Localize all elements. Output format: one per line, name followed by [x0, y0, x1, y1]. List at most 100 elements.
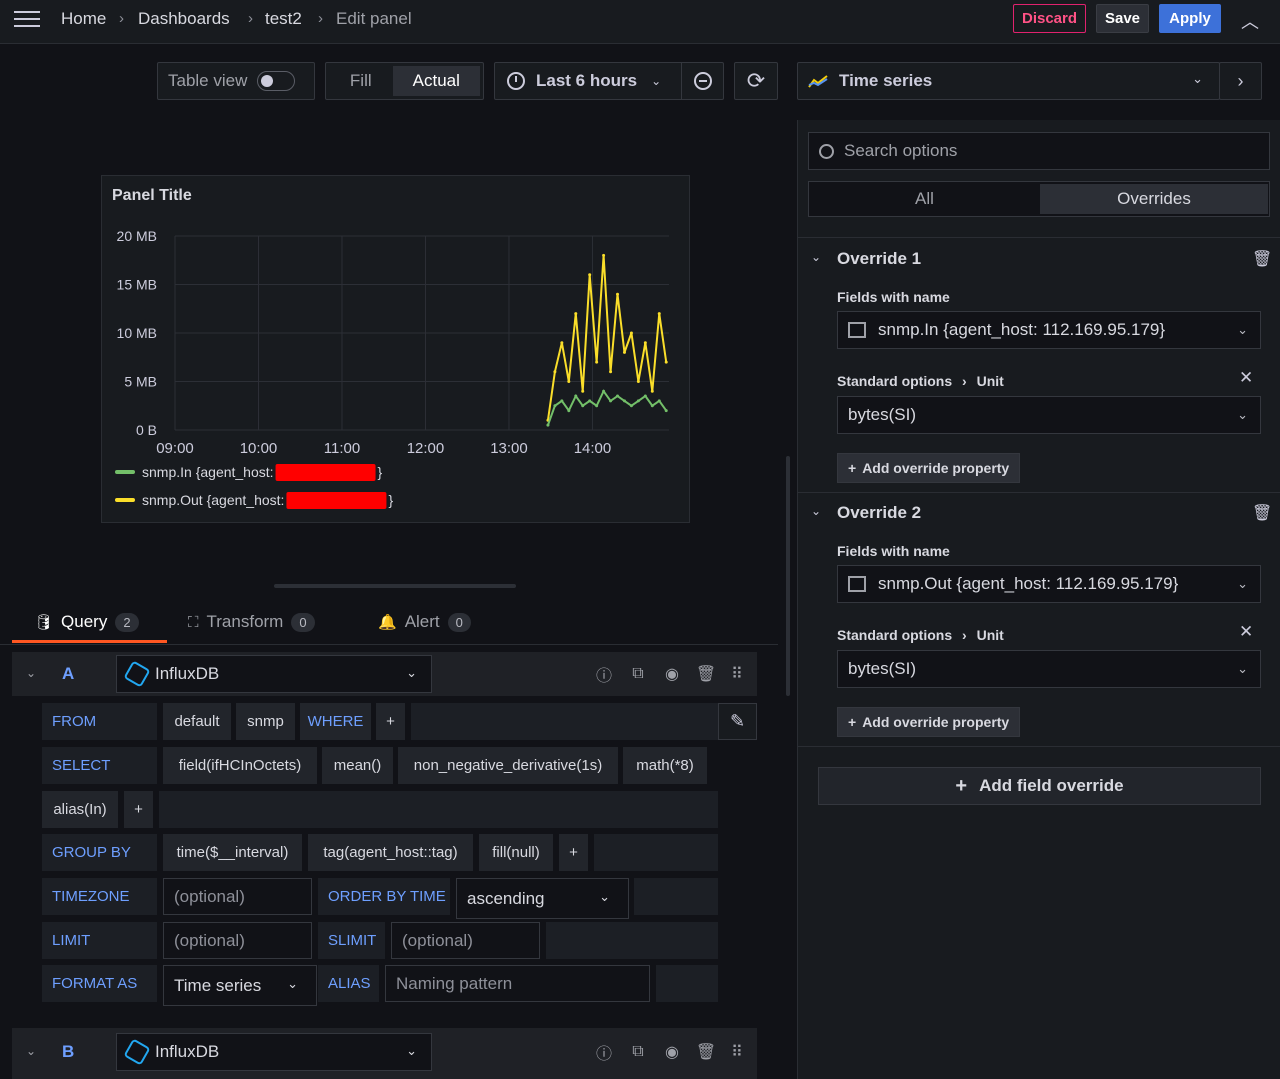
tab-query[interactable]: 🛢 Query 2 — [34, 612, 139, 632]
add-where-button[interactable]: + — [376, 703, 405, 740]
duplicate-icon[interactable]: ⧉ — [627, 663, 649, 685]
search-options-input[interactable]: Search options — [808, 132, 1270, 170]
datasource-name: InfluxDB — [155, 1042, 220, 1061]
refresh-icon[interactable]: ⟳ — [734, 62, 778, 100]
slimit-keyword: SLIMIT — [318, 922, 385, 959]
trash-icon[interactable]: 🗑 — [1252, 503, 1272, 523]
pane-splitter-vertical[interactable] — [786, 456, 790, 696]
eye-icon[interactable]: ◉ — [661, 663, 683, 685]
eye-icon[interactable]: ◉ — [661, 1041, 683, 1063]
alias-keyword: ALIAS — [318, 965, 379, 1002]
duplicate-icon[interactable]: ⧉ — [627, 1041, 649, 1063]
query-letter[interactable]: A — [62, 664, 74, 684]
select-mean[interactable]: mean() — [322, 747, 393, 784]
close-icon[interactable]: ✕ — [1239, 368, 1253, 388]
field-name-select[interactable]: snmp.Out {agent_host: 112.169.95.179} ⌄ — [837, 565, 1261, 603]
tab-all[interactable]: All — [809, 182, 1040, 216]
x-tick-label: 10:00 — [240, 440, 278, 457]
datasource-name: InfluxDB — [155, 664, 220, 683]
add-override-property-button[interactable]: + Add override property — [837, 453, 1021, 483]
override-title[interactable]: Override 1 — [837, 249, 921, 269]
order-value: ascending — [467, 888, 545, 908]
legend-label: snmp.Out {agent_host: — [142, 492, 284, 508]
group-by-time[interactable]: time($__interval) — [163, 834, 302, 871]
alert-count-badge: 0 — [447, 612, 471, 632]
breadcrumb-dashboard[interactable]: test2 — [265, 9, 302, 29]
help-icon[interactable]: ⓘ — [593, 663, 615, 685]
series-point — [602, 389, 606, 393]
collapse-chevron-icon[interactable]: ⌄ — [26, 666, 36, 680]
tab-transform[interactable]: ⛶ Transform 0 — [188, 612, 315, 632]
table-view-toggle[interactable]: Table view — [157, 62, 315, 100]
alias-input[interactable]: Naming pattern — [385, 965, 650, 1002]
y-tick-label: 20 MB — [117, 228, 157, 244]
select-math[interactable]: math(*8) — [623, 747, 707, 784]
series-point — [664, 409, 668, 413]
query-letter[interactable]: B — [62, 1042, 74, 1062]
select-alias[interactable]: alias(In) — [42, 791, 118, 828]
unit-select[interactable]: bytes(SI) ⌄ — [837, 650, 1261, 688]
group-by-fill[interactable]: fill(null) — [479, 834, 553, 871]
apply-button[interactable]: Apply — [1159, 4, 1221, 33]
discard-button[interactable]: Discard — [1013, 4, 1086, 33]
pane-splitter[interactable] — [274, 584, 516, 588]
add-select-button[interactable]: + — [124, 791, 153, 828]
series-line-in — [546, 389, 668, 426]
pencil-icon[interactable]: ✎ — [718, 703, 757, 740]
x-tick-label: 12:00 — [407, 440, 445, 457]
actual-button[interactable]: Actual — [392, 66, 480, 96]
measurement[interactable]: snmp — [236, 703, 295, 740]
series-point — [629, 404, 633, 408]
series-point — [574, 394, 578, 398]
visualization-picker[interactable]: Time series ⌄ — [797, 62, 1220, 100]
legend-label-suffix: } — [388, 492, 393, 508]
close-icon[interactable]: ✕ — [1239, 622, 1253, 642]
add-field-override-button[interactable]: + Add field override — [818, 767, 1261, 805]
collapse-chevron-icon[interactable]: ⌄ — [26, 1044, 36, 1058]
zoom-out-icon[interactable] — [694, 72, 712, 90]
collapse-chevron-icon[interactable]: ⌄ — [811, 250, 821, 264]
breadcrumb-dashboards[interactable]: Dashboards — [138, 9, 230, 29]
save-button[interactable]: Save — [1096, 4, 1149, 33]
trash-icon[interactable]: 🗑 — [695, 1041, 717, 1063]
group-by-tag[interactable]: tag(agent_host::tag) — [308, 834, 473, 871]
drag-handle-icon[interactable]: ⠿ — [726, 1041, 748, 1063]
select-derivative[interactable]: non_negative_derivative(1s) — [398, 747, 618, 784]
series-point — [636, 399, 640, 403]
collapse-chevron-icon[interactable]: ⌄ — [811, 504, 821, 518]
field-name-select[interactable]: snmp.In {agent_host: 112.169.95.179} ⌄ — [837, 311, 1261, 349]
help-icon[interactable]: ⓘ — [593, 1041, 615, 1063]
breadcrumb-home[interactable]: Home — [61, 9, 106, 29]
tab-overrides[interactable]: Overrides — [1040, 184, 1268, 214]
chevron-down-icon: ⌄ — [599, 889, 610, 904]
add-override-property-button[interactable]: + Add override property — [837, 707, 1021, 737]
override-title[interactable]: Override 2 — [837, 503, 921, 523]
drag-handle-icon[interactable]: ⠿ — [726, 663, 748, 685]
datasource-picker[interactable]: InfluxDB ⌄ — [116, 1033, 432, 1071]
add-group-by-button[interactable]: + — [559, 834, 588, 871]
x-tick-label: 09:00 — [156, 440, 194, 457]
unit-select[interactable]: bytes(SI) ⌄ — [837, 396, 1261, 434]
fill-button[interactable]: Fill — [329, 71, 393, 91]
timezone-keyword: TIMEZONE — [42, 878, 157, 915]
toggle-switch[interactable] — [257, 71, 296, 91]
trash-icon[interactable]: 🗑 — [695, 663, 717, 685]
series-point — [560, 341, 564, 345]
menu-icon[interactable] — [14, 11, 40, 31]
order-by-select[interactable]: ascending ⌄ — [456, 878, 629, 919]
slimit-input[interactable]: (optional) — [391, 922, 540, 959]
database-icon: 🛢 — [34, 614, 54, 631]
x-tick-label: 14:00 — [574, 440, 612, 457]
limit-input[interactable]: (optional) — [163, 922, 312, 959]
tab-alert[interactable]: 🔔 Alert 0 — [378, 612, 471, 632]
timezone-input[interactable]: (optional) — [163, 878, 312, 915]
collapse-icon[interactable]: ︿ — [1241, 8, 1259, 34]
trash-icon[interactable]: 🗑 — [1252, 249, 1272, 269]
y-tick-label: 0 B — [136, 422, 157, 438]
retention-policy[interactable]: default — [163, 703, 231, 740]
time-range-picker[interactable]: Last 6 hours — [536, 71, 637, 91]
datasource-picker[interactable]: InfluxDB ⌄ — [116, 655, 432, 693]
toggle-options-button[interactable]: › — [1219, 62, 1262, 100]
select-field[interactable]: field(ifHCInOctets) — [163, 747, 317, 784]
format-as-select[interactable]: Time series ⌄ — [163, 965, 317, 1006]
